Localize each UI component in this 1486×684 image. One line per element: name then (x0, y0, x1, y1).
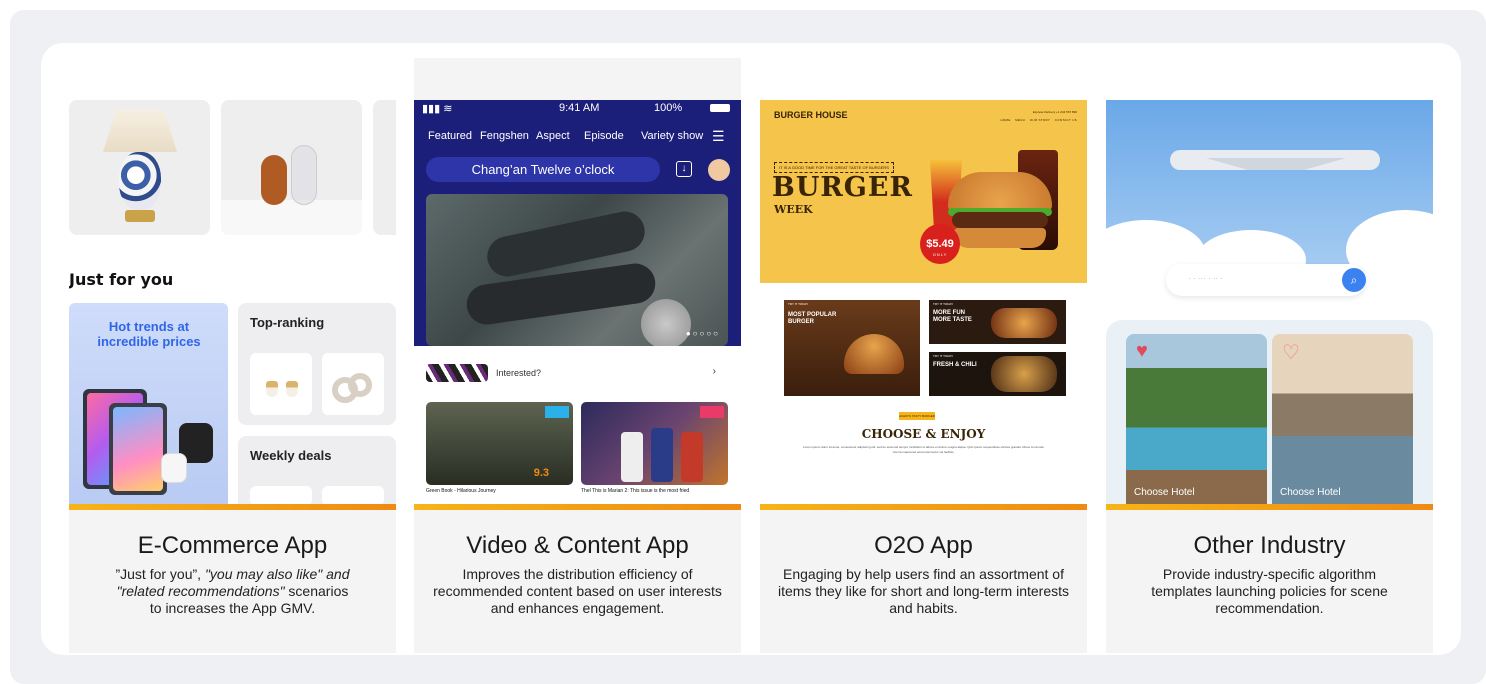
video-screenshot: ▮▮▮ ≋ 9:41 AM 100% Featured Fengshen Asp… (414, 100, 741, 504)
hotel-label: Choose Hotel (1280, 487, 1341, 498)
heart-outline-icon[interactable]: ♡ (1282, 340, 1300, 365)
weekly-deals-label: Weekly deals (250, 448, 332, 463)
card-title: E-Commerce App (137, 532, 328, 559)
choose-heading: CHOOSE & ENJOY (861, 427, 986, 441)
card-title: O2O App (874, 532, 973, 559)
tab-featured[interactable]: Featured (428, 130, 472, 142)
category-tabs: Featured Fengshen Aspect Episode Variety… (414, 128, 741, 148)
section-title: Just for you (69, 270, 174, 289)
food-image (991, 356, 1057, 392)
card-description: ”Just for you”, "you may also like" and … (115, 566, 350, 616)
hero-banner[interactable]: ●○○○○ (426, 194, 728, 346)
vase-image (261, 155, 287, 205)
hotel-card[interactable]: ♡ Choose Hotel (1272, 334, 1413, 504)
video-caption: Video & Content App Improves the distrib… (414, 510, 741, 653)
promo-tile[interactable]: TRY IT TODAY MOST POPULAR BURGER (784, 300, 920, 396)
thumbnail-caption: Green Book - Hilarious Journey (426, 488, 496, 494)
travel-screenshot: · · ··· · ·· · ⌕ ♥ Choose Hotel ♡ Choose… (1106, 100, 1433, 504)
top-ranking-panel: Top-ranking (238, 303, 396, 425)
o2o-caption: O2O App Engaging by help users find an a… (760, 510, 1087, 653)
lamp-product-tile (69, 100, 210, 235)
status-bar: ▮▮▮ ≋ 9:41 AM 100% (414, 100, 741, 118)
always-tasty-label: ALWAYS TASTY BURGER (899, 412, 935, 420)
search-icon[interactable]: ⌕ (1342, 268, 1366, 292)
avatar[interactable] (708, 159, 730, 181)
card-description: Provide industry-specific algorithm temp… (1151, 566, 1388, 616)
lamp-image (103, 110, 177, 152)
subheadline: WEEK (774, 203, 813, 216)
video-card[interactable]: ▮▮▮ ≋ 9:41 AM 100% Featured Fengshen Asp… (414, 58, 741, 653)
video-header: ▮▮▮ ≋ 9:41 AM 100% Featured Fengshen Asp… (414, 100, 741, 346)
other-industry-card[interactable]: · · ··· · ·· · ⌕ ♥ Choose Hotel ♡ Choose… (1106, 100, 1433, 653)
hotel-label: Choose Hotel (1134, 487, 1195, 498)
body-text: Lorem ipsum dolor sit amet, consectetur … (803, 445, 1044, 454)
swatch-icon (426, 364, 488, 382)
interested-row[interactable]: Interested? › (426, 364, 728, 384)
o2o-screenshot: BURGER HOUSE Express Delivery +1 234 567… (760, 100, 1087, 504)
other-industry-caption: Other Industry Provide industry-specific… (1106, 510, 1433, 653)
ecommerce-caption: E-Commerce App ”Just for you”, "you may … (69, 510, 396, 653)
price-badge: $5.49 (920, 224, 960, 264)
card-description: Improves the distribution efficiency of … (433, 566, 722, 616)
top-ranking-label: Top-ranking (250, 315, 325, 330)
delivery-info: Express Delivery +1 234 567 890 (1032, 110, 1077, 114)
vent-image (641, 299, 691, 346)
heart-icon[interactable]: ♥ (1136, 340, 1148, 363)
tab-fengshen[interactable]: Fengshen (480, 130, 529, 142)
solutions-panel: Just for you Hot trends at incredible pr… (41, 43, 1461, 655)
ranking-item (322, 353, 384, 415)
menu-icon[interactable]: ☰ (712, 128, 725, 145)
search-input[interactable]: Chang’an Twelve o’clock (426, 157, 660, 182)
card-title: Other Industry (1193, 532, 1346, 559)
partial-product-tile (373, 100, 396, 235)
battery-icon (710, 104, 730, 112)
search-input[interactable]: · · ··· · ·· · (1166, 264, 1366, 296)
video-thumbnail[interactable]: 9.3 (426, 402, 573, 485)
hot-trends-banner: Hot trends at incredible prices (69, 303, 228, 504)
hot-trends-text: Hot trends at incredible prices (97, 319, 201, 349)
vase-product-tile (221, 100, 362, 235)
site-menu: HOME MENU OUR STORY CONTACT US (1000, 118, 1077, 122)
tab-episode[interactable]: Episode (584, 130, 624, 142)
price-only: ONLY (932, 252, 948, 257)
card-description: Engaging by help users find an assortmen… (777, 566, 1069, 616)
burger-image (948, 172, 1052, 252)
burger-image (991, 308, 1057, 338)
weekly-deals-panel: Weekly deals (238, 436, 396, 504)
rating-badge: 9.3 (533, 467, 549, 479)
download-icon[interactable]: ↓ (676, 161, 692, 177)
card-title: Video & Content App (466, 532, 689, 559)
carousel-dots[interactable]: ●○○○○ (686, 329, 720, 338)
promo-tile[interactable]: TRY IT TODAY FRESH & CHILI (929, 352, 1066, 396)
promo-tile[interactable]: TRY IT TODAY MORE FUN MORE TASTE (929, 300, 1066, 344)
ecommerce-card[interactable]: Just for you Hot trends at incredible pr… (69, 100, 396, 653)
thumbnail-caption: Thel This is Marian 2: This issue is the… (581, 488, 690, 494)
brand-logo: BURGER HOUSE (774, 110, 848, 120)
tab-variety-show[interactable]: Variety show (641, 130, 703, 142)
burger-banner: BURGER HOUSE Express Delivery +1 234 567… (760, 100, 1087, 283)
hotel-card[interactable]: ♥ Choose Hotel (1126, 334, 1267, 504)
o2o-card[interactable]: BURGER HOUSE Express Delivery +1 234 567… (760, 100, 1087, 653)
ranking-item (250, 353, 312, 415)
tab-aspect[interactable]: Aspect (536, 130, 570, 142)
ecommerce-screenshot: Just for you Hot trends at incredible pr… (69, 100, 396, 504)
sky-banner (1106, 100, 1433, 290)
chevron-right-icon[interactable]: › (713, 366, 716, 377)
headline: BURGER (772, 172, 913, 203)
video-thumbnail[interactable] (581, 402, 728, 485)
burger-image (844, 334, 904, 374)
signal-icon: ▮▮▮ ≋ (422, 103, 453, 115)
earbuds-image (161, 453, 187, 483)
